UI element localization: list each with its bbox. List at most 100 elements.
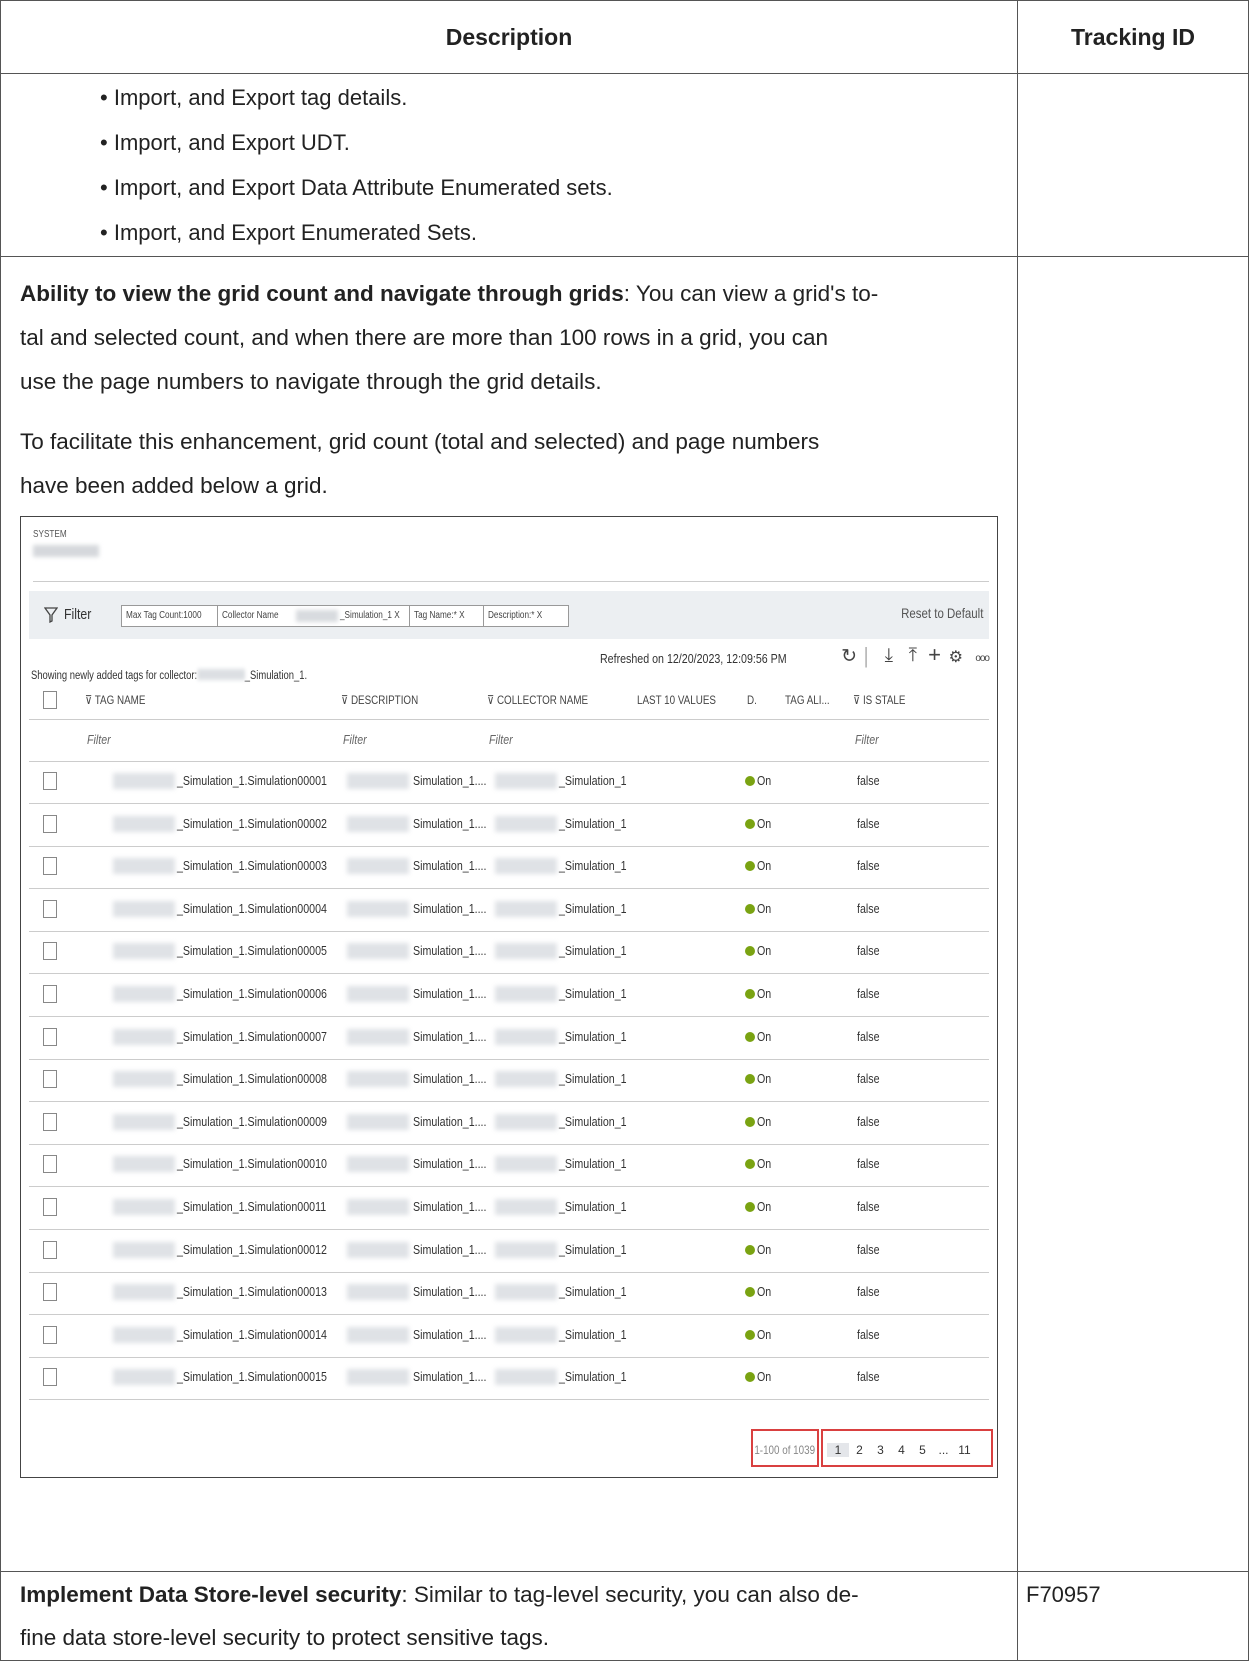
status-dot-icon bbox=[745, 1329, 755, 1340]
grid-feature-title: Ability to view the grid count and navig… bbox=[20, 281, 624, 306]
row-checkbox[interactable] bbox=[43, 1368, 57, 1387]
cell-tag-name: _Simulation_1.Simulation00009 bbox=[177, 1113, 327, 1129]
column-header-tag-alias[interactable]: TAG ALI... bbox=[785, 693, 839, 707]
bullet-item: Import, and Export tag details. bbox=[100, 75, 1016, 120]
row-checkbox[interactable] bbox=[43, 1325, 57, 1344]
row-checkbox[interactable] bbox=[43, 1198, 57, 1216]
row-checkbox[interactable] bbox=[43, 772, 57, 790]
pages-highlight-box bbox=[821, 1429, 993, 1467]
cell-description: Simulation_1.... bbox=[413, 900, 487, 916]
row-checkbox[interactable] bbox=[43, 1027, 57, 1046]
row-checkbox[interactable] bbox=[43, 1070, 57, 1089]
cell-tag-name: _Simulation_1.Simulation00008 bbox=[177, 1071, 327, 1087]
reset-to-default-link[interactable]: Reset to Default bbox=[883, 605, 983, 621]
row-checkbox[interactable] bbox=[43, 814, 57, 833]
status-dot-icon bbox=[745, 1372, 755, 1383]
row-checkbox[interactable] bbox=[43, 1283, 57, 1302]
upload-icon[interactable]: ⤒ bbox=[909, 645, 917, 667]
cell-description: Simulation_1.... bbox=[413, 943, 487, 959]
cell-description: Simulation_1.... bbox=[413, 1028, 487, 1044]
cell-d-status: On bbox=[745, 858, 774, 873]
table-row[interactable]: _Simulation_1.Simulation00012 Simulation_… bbox=[29, 1230, 989, 1273]
column-header-d[interactable]: D. bbox=[747, 693, 759, 707]
cell-tag-name: _Simulation_1.Simulation00010 bbox=[177, 1156, 327, 1172]
table-row[interactable]: _Simulation_1.Simulation00011 Simulation_… bbox=[29, 1187, 989, 1230]
row-checkbox[interactable] bbox=[43, 857, 57, 876]
status-dot-icon bbox=[745, 818, 755, 829]
cell-collector: _Simulation_1 bbox=[559, 858, 627, 874]
status-dot-icon bbox=[745, 1202, 755, 1212]
download-icon[interactable]: ⤓ bbox=[885, 645, 893, 667]
tracking-cell-empty bbox=[1017, 73, 1249, 257]
cell-collector: _Simulation_1 bbox=[559, 1156, 627, 1172]
cell-is-stale: false bbox=[857, 1284, 880, 1300]
filter-input-is-stale[interactable]: Filter bbox=[855, 732, 884, 747]
cell-collector: _Simulation_1 bbox=[559, 986, 627, 1001]
cell-is-stale: false bbox=[857, 1369, 880, 1385]
cell-description: Simulation_1.... bbox=[413, 858, 487, 874]
cell-collector: _Simulation_1 bbox=[559, 1284, 627, 1300]
filter-chip-collector[interactable]: Collector Name _Simulation_1 X bbox=[217, 605, 411, 627]
table-row[interactable]: _Simulation_1.Simulation00010 Simulation_… bbox=[29, 1144, 989, 1188]
table-row[interactable]: _Simulation_1.Simulation00008 Simulation_… bbox=[29, 1059, 989, 1103]
grid-feature-desc: Ability to view the grid count and navig… bbox=[20, 281, 879, 394]
row-checkbox[interactable] bbox=[43, 1240, 57, 1259]
security-feature-title: Implement Data Store-level security bbox=[20, 1582, 402, 1607]
row-checkbox[interactable] bbox=[43, 942, 57, 961]
cell-d-status: On bbox=[745, 986, 774, 1001]
column-header-is-stale[interactable]: ⊽ IS STALE bbox=[853, 693, 917, 707]
row-checkbox[interactable] bbox=[43, 899, 57, 918]
table-row[interactable]: _Simulation_1.Simulation00006 Simulation_… bbox=[29, 974, 989, 1017]
tracking-cell-empty-2 bbox=[1017, 256, 1249, 1572]
status-dot-icon bbox=[745, 861, 755, 872]
grid-filter-row: Filter Filter Filter Filter bbox=[29, 719, 989, 762]
filter-input-tag-name[interactable]: Filter bbox=[87, 732, 116, 747]
select-all-checkbox[interactable] bbox=[43, 691, 57, 709]
row-checkbox[interactable] bbox=[43, 1155, 57, 1174]
table-row[interactable]: _Simulation_1.Simulation00004 Simulation_… bbox=[29, 889, 989, 932]
cell-d-status: On bbox=[745, 1114, 774, 1129]
settings-icon[interactable]: ⚙ bbox=[949, 647, 963, 667]
table-row[interactable]: _Simulation_1.Simulation00002 Simulation_… bbox=[29, 804, 989, 847]
cell-tag-name: _Simulation_1.Simulation00003 bbox=[177, 858, 327, 874]
filter-chip-tag-name[interactable]: Tag Name:* X bbox=[409, 605, 485, 627]
column-header-description[interactable]: ⊽ DESCRIPTION bbox=[341, 693, 435, 707]
status-dot-icon bbox=[745, 946, 755, 957]
cell-description: Simulation_1.... bbox=[413, 815, 487, 831]
more-options-icon[interactable]: ooo bbox=[975, 653, 990, 664]
refresh-icon[interactable]: ↻ bbox=[841, 645, 857, 668]
column-header-collector-name[interactable]: ⊽ COLLECTOR NAME bbox=[487, 693, 610, 707]
cell-tag-name: _Simulation_1.Simulation00015 bbox=[177, 1369, 327, 1385]
filter-input-collector[interactable]: Filter bbox=[489, 732, 518, 747]
cell-is-stale: false bbox=[857, 858, 880, 874]
table-row[interactable]: _Simulation_1.Simulation00001 Simulation_… bbox=[29, 761, 989, 804]
cell-is-stale: false bbox=[857, 1241, 880, 1257]
row-checkbox[interactable] bbox=[43, 985, 57, 1003]
table-row[interactable]: _Simulation_1.Simulation00013 Simulation_… bbox=[29, 1272, 989, 1316]
release-notes-table: Description Tracking ID Import, and Expo… bbox=[0, 0, 1249, 1661]
cell-is-stale: false bbox=[857, 773, 880, 788]
filter-input-description[interactable]: Filter bbox=[343, 732, 372, 747]
cell-tag-name: _Simulation_1.Simulation00013 bbox=[177, 1284, 327, 1300]
filter-chip-max-tag[interactable]: Max Tag Count:1000 bbox=[121, 605, 221, 627]
table-row[interactable]: _Simulation_1.Simulation00014 Simulation_… bbox=[29, 1315, 989, 1358]
row-checkbox[interactable] bbox=[43, 1112, 57, 1131]
filter-label[interactable]: Filter bbox=[64, 606, 91, 623]
column-header-tag-name[interactable]: ⊽ TAG NAME bbox=[85, 693, 159, 707]
add-icon[interactable]: + bbox=[928, 642, 941, 668]
count-highlight-box bbox=[751, 1429, 819, 1467]
cell-description: Simulation_1.... bbox=[413, 1241, 487, 1257]
cell-is-stale: false bbox=[857, 815, 880, 831]
table-row[interactable]: _Simulation_1.Simulation00009 Simulation_… bbox=[29, 1102, 989, 1145]
filter-chip-description[interactable]: Description:* X bbox=[483, 605, 569, 627]
filter-bar: Filter Max Tag Count:1000 Collector Name… bbox=[29, 591, 989, 639]
table-row[interactable]: _Simulation_1.Simulation00003 Simulation_… bbox=[29, 846, 989, 890]
cell-description: Simulation_1.... bbox=[413, 986, 487, 1001]
cell-d-status: On bbox=[745, 773, 774, 788]
table-row[interactable]: _Simulation_1.Simulation00005 Simulation_… bbox=[29, 931, 989, 975]
filter-icon[interactable] bbox=[43, 607, 59, 627]
table-row[interactable]: _Simulation_1.Simulation00007 Simulation_… bbox=[29, 1017, 989, 1060]
grid-feature-cell: Ability to view the grid count and navig… bbox=[0, 256, 1018, 1572]
table-row[interactable]: _Simulation_1.Simulation00015 Simulation_… bbox=[29, 1357, 989, 1401]
column-header-last-10-values[interactable]: LAST 10 VALUES bbox=[637, 693, 733, 707]
